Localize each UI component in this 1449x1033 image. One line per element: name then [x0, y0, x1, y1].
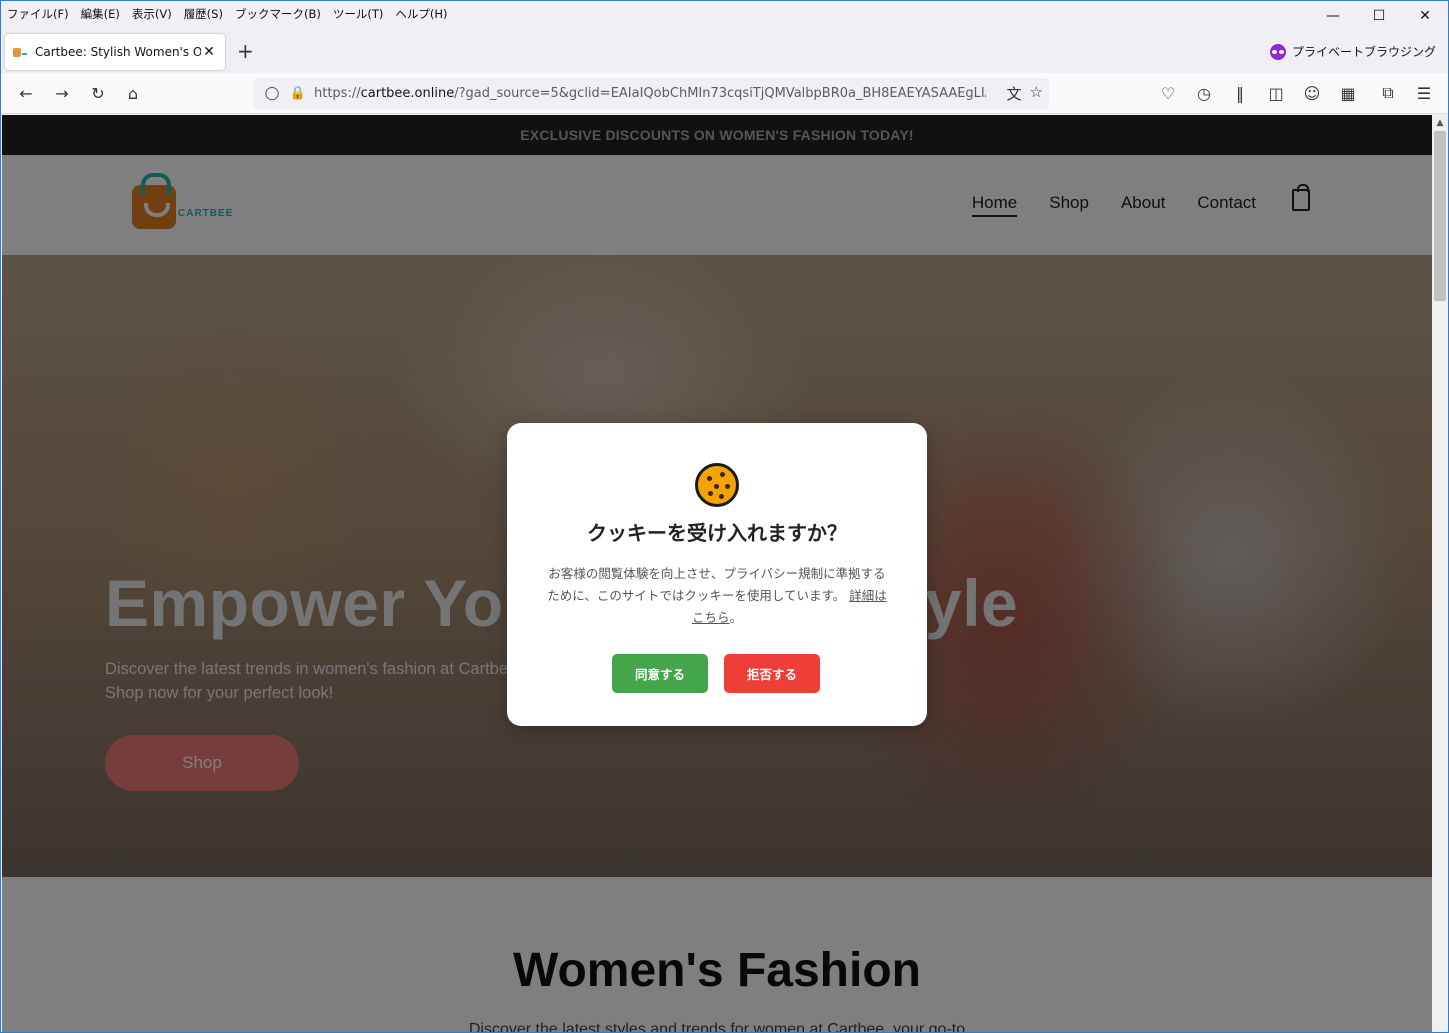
tab-title: Cartbee: Stylish Women's Online Store: [35, 45, 201, 59]
close-tab-icon[interactable]: ✕: [201, 44, 217, 60]
home-icon[interactable]: ⌂: [123, 83, 143, 103]
new-tab-button[interactable]: +: [237, 41, 254, 61]
bookmark-star-icon[interactable]: ☆: [1030, 83, 1043, 104]
firefox-view-icon[interactable]: ◷: [1194, 83, 1214, 103]
url-host: cartbee.online: [360, 86, 455, 101]
cookie-dialog-body-end: 。: [729, 610, 743, 625]
close-window-button[interactable]: ✕: [1402, 1, 1448, 31]
window-controls: — ☐ ✕: [1310, 1, 1448, 31]
private-mask-icon: [1269, 43, 1286, 60]
cookie-dialog-actions: 同意する 拒否する: [612, 654, 820, 693]
menu-file[interactable]: ファイル(F): [1, 3, 75, 25]
sidebar-icon[interactable]: ◫: [1266, 83, 1286, 103]
reload-icon[interactable]: ↻: [88, 83, 108, 103]
minimize-button[interactable]: —: [1310, 1, 1356, 31]
menu-hamburger-icon[interactable]: ☰: [1414, 83, 1434, 103]
accept-cookies-button[interactable]: 同意する: [612, 654, 708, 693]
navigation-toolbar: ← → ↻ ⌂ ◯ 🔒 https://cartbee.online/?gad_…: [1, 73, 1448, 114]
back-icon[interactable]: ←: [16, 83, 36, 103]
url-text[interactable]: https://cartbee.online/?gad_source=5&gcl…: [314, 86, 986, 101]
tab-strip: Cartbee: Stylish Women's Online Store ✕ …: [1, 31, 1448, 73]
tracking-protection-shield-icon[interactable]: ◯: [262, 84, 282, 104]
private-browsing-label: プライベートブラウジング: [1291, 45, 1436, 59]
tab-cartbee[interactable]: Cartbee: Stylish Women's Online Store ✕: [5, 34, 225, 70]
browser-window: ファイル(F) 編集(E) 表示(V) 履歴(S) ブックマーク(B) ツール(…: [0, 0, 1449, 1033]
private-browsing-indicator: プライベートブラウジング: [1269, 43, 1436, 60]
scrollbar-thumb[interactable]: [1434, 131, 1446, 301]
lock-icon[interactable]: 🔒: [288, 84, 308, 104]
translate-icon[interactable]: 文: [1007, 83, 1022, 104]
extensions-grid-icon[interactable]: ▦: [1338, 83, 1358, 103]
forward-icon[interactable]: →: [52, 83, 72, 103]
address-bar[interactable]: ◯ 🔒 https://cartbee.online/?gad_source=5…: [254, 78, 1049, 109]
url-scheme: https://: [314, 86, 361, 101]
favicon-icon: [13, 46, 27, 58]
menu-tools[interactable]: ツール(T): [327, 3, 390, 25]
menu-edit[interactable]: 編集(E): [75, 3, 126, 25]
library-icon[interactable]: ‖: [1230, 83, 1250, 103]
cookie-icon: [695, 463, 739, 507]
menu-bookmarks[interactable]: ブックマーク(B): [229, 3, 327, 25]
cookie-consent-dialog: クッキーを受け入れますか？ お客様の閲覧体験を向上させ、プライバシー規制に準拠す…: [507, 423, 927, 726]
extension-puzzle-icon[interactable]: ⧉: [1378, 83, 1398, 103]
maximize-button[interactable]: ☐: [1356, 1, 1402, 31]
pocket-icon[interactable]: ♡: [1158, 83, 1178, 103]
page-scrollbar[interactable]: ▲: [1432, 115, 1448, 1032]
menu-view[interactable]: 表示(V): [126, 3, 178, 25]
menu-help[interactable]: ヘルプ(H): [389, 3, 453, 25]
menu-bar: ファイル(F) 編集(E) 表示(V) 履歴(S) ブックマーク(B) ツール(…: [1, 1, 1448, 27]
cookie-dialog-body: お客様の閲覧体験を向上させ、プライバシー規制に準拠するために、このサイトではクッ…: [547, 566, 886, 603]
menu-history[interactable]: 履歴(S): [178, 3, 229, 25]
reject-cookies-button[interactable]: 拒否する: [724, 654, 820, 693]
account-icon[interactable]: ☺: [1302, 83, 1322, 103]
url-path: /?gad_source=5&gclid=EAIaIQobChMIn73cqsi…: [454, 86, 986, 101]
cookie-dialog-title: クッキーを受け入れますか？: [587, 521, 847, 545]
scroll-up-arrow-icon[interactable]: ▲: [1432, 115, 1448, 131]
address-bar-actions: 文 ☆: [1007, 83, 1043, 104]
cookie-dialog-text: お客様の閲覧体験を向上させ、プライバシー規制に準拠するために、このサイトではクッ…: [545, 563, 889, 629]
